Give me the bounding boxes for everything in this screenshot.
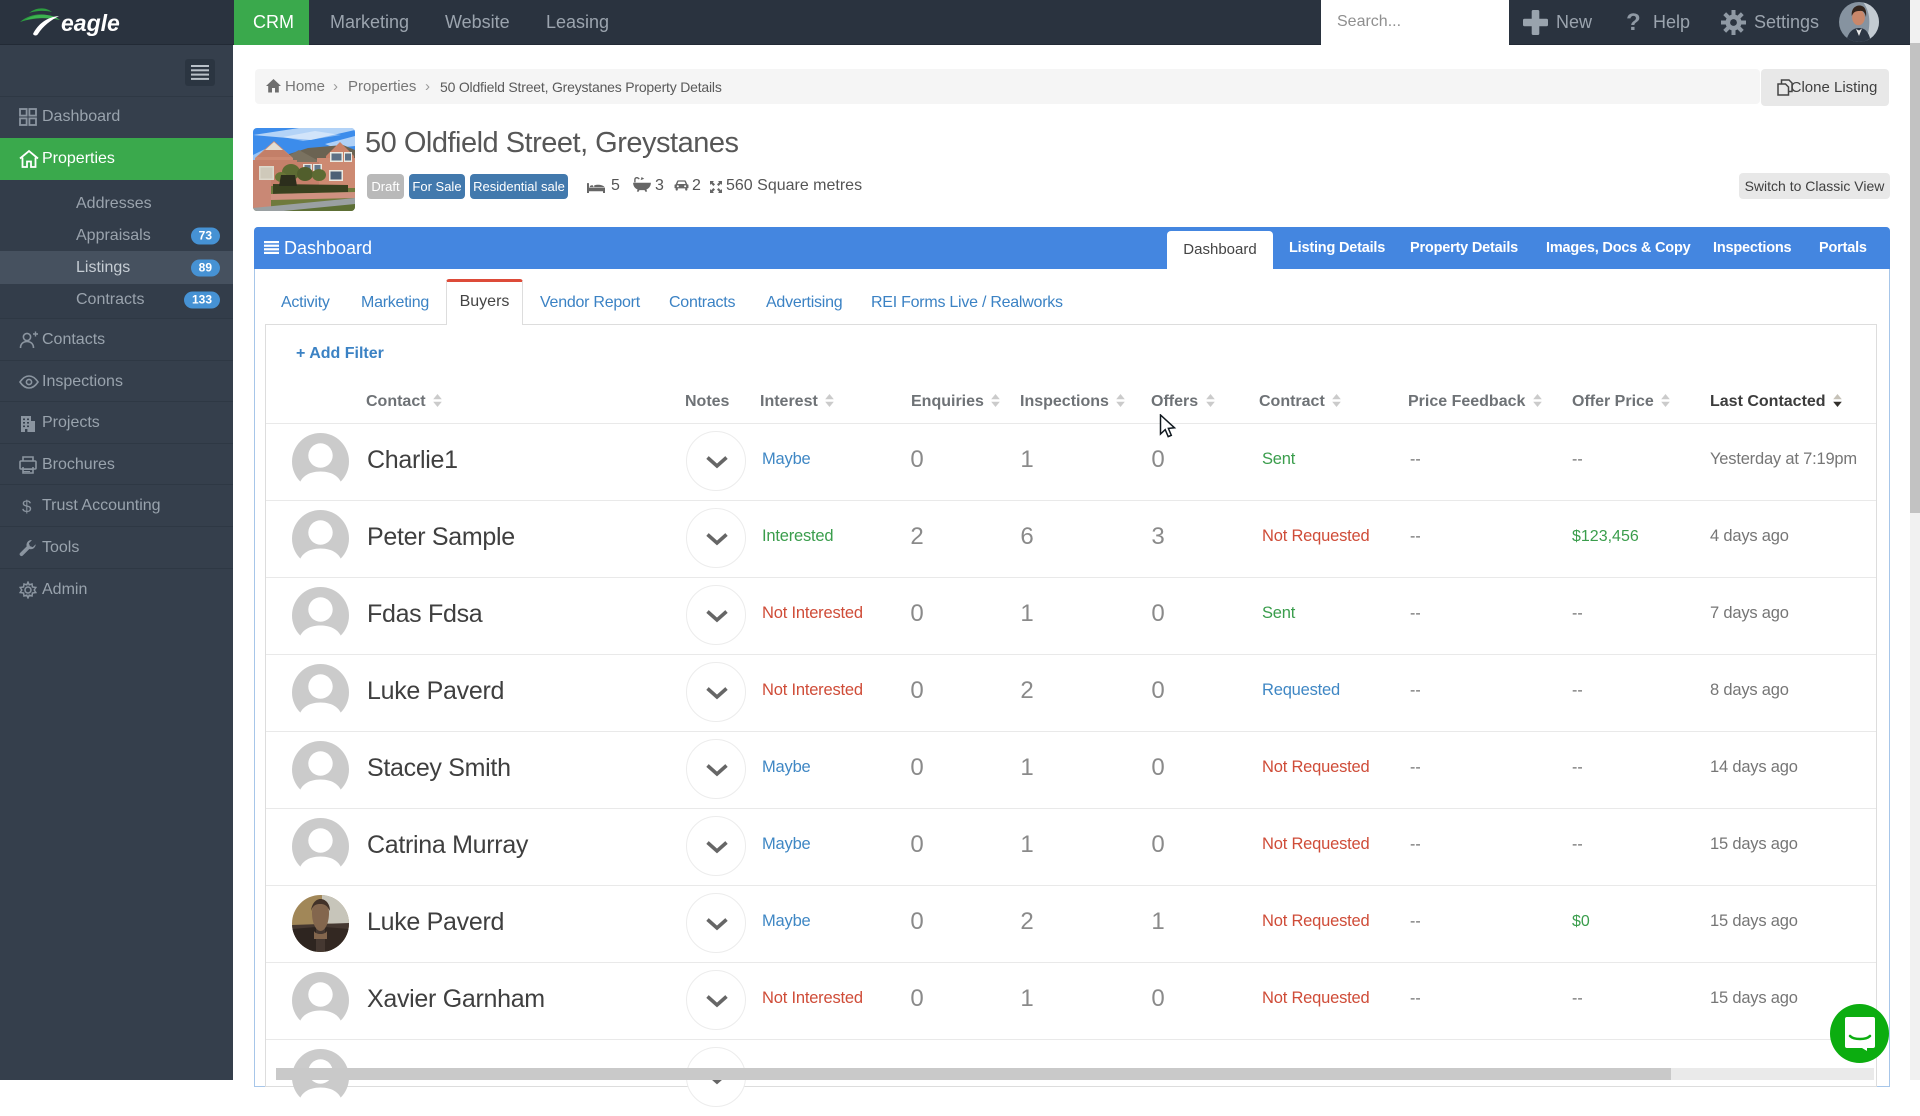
- svg-text:eagle: eagle: [61, 10, 120, 36]
- svg-text:$: $: [22, 497, 32, 515]
